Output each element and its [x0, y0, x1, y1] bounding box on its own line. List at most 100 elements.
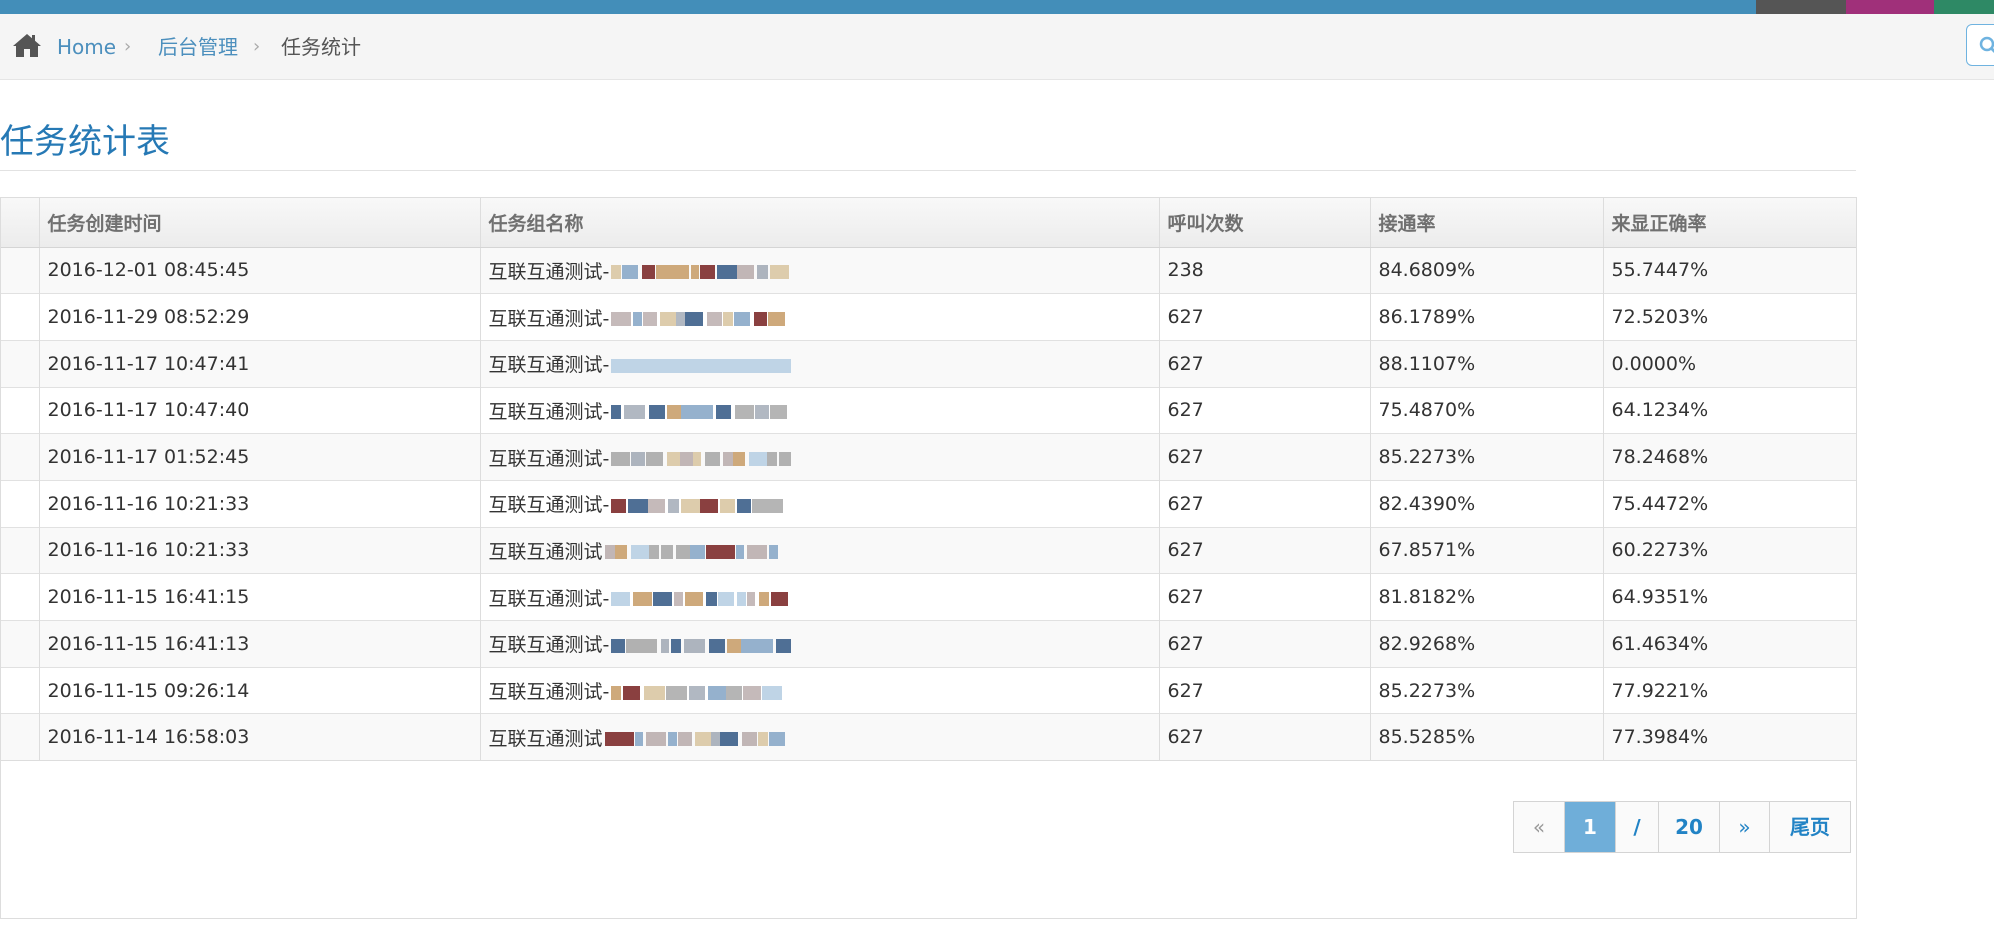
row-select-cell: [1, 433, 40, 481]
row-select-cell: [1, 339, 40, 388]
pagination-separator: /: [1616, 802, 1659, 852]
column-header-call-count[interactable]: 呼叫次数: [1159, 198, 1371, 248]
breadcrumb-current: 任务统计: [281, 35, 361, 59]
navbar-segment-green[interactable]: [1934, 0, 1994, 14]
breadcrumb-home-link[interactable]: Home: [57, 35, 116, 59]
cell-connect-rate: 67.8571%: [1370, 526, 1604, 574]
redacted-pixelation: [604, 729, 785, 749]
group-name-text: 互联互通测试-: [488, 681, 610, 704]
table-row[interactable]: 2016-11-17 01:52:45 互联互通测试- 627 85.2273% 78.…: [1, 433, 1856, 481]
pagination: « 1 / 20 » 尾页: [1513, 801, 1851, 853]
task-stats-panel: 任务创建时间 任务组名称 呼叫次数 接通率 来显正确率 2016-12-01 0…: [0, 197, 1857, 919]
navbar-segment-gray[interactable]: [1756, 0, 1846, 14]
row-select-cell: [1, 713, 40, 762]
cell-group-name: 互联互通测试-: [480, 479, 1160, 528]
cell-connect-rate: 81.8182%: [1370, 573, 1604, 621]
cell-caller-id-rate: 75.4472%: [1603, 479, 1856, 528]
cell-group-name: 互联互通测试-: [480, 666, 1160, 714]
cell-created-time: 2016-11-14 16:58:03: [39, 713, 481, 762]
pagination-current-page[interactable]: 1: [1565, 802, 1616, 852]
row-select-cell: [1, 293, 40, 341]
pagination-next-button[interactable]: »: [1720, 802, 1770, 852]
top-navbar: [0, 0, 1994, 14]
cell-created-time: 2016-11-15 09:26:14: [39, 666, 481, 714]
cell-caller-id-rate: 77.9221%: [1603, 666, 1856, 714]
cell-group-name: 互联互通测试-: [480, 246, 1160, 294]
cell-connect-rate: 85.2273%: [1370, 433, 1604, 481]
column-header-select: [1, 198, 40, 248]
table-row[interactable]: 2016-11-14 16:58:03 互联互通测试 627 85.5285% 77.3…: [1, 713, 1856, 762]
cell-connect-rate: 86.1789%: [1370, 293, 1604, 341]
redacted-pixelation: [611, 636, 792, 656]
cell-call-count: 627: [1159, 526, 1371, 574]
redacted-pixelation: [611, 589, 789, 609]
cell-call-count: 627: [1159, 620, 1371, 668]
column-header-group-name[interactable]: 任务组名称: [480, 198, 1160, 248]
redacted-pixelation: [604, 542, 783, 562]
row-select-cell: [1, 620, 40, 668]
row-select-cell: [1, 479, 40, 528]
cell-created-time: 2016-11-17 10:47:41: [39, 339, 481, 388]
group-name-text: 互联互通测试-: [488, 587, 610, 610]
column-header-caller-id-rate[interactable]: 来显正确率: [1603, 198, 1856, 248]
cell-caller-id-rate: 61.4634%: [1603, 620, 1856, 668]
navbar-segment-purple[interactable]: [1846, 0, 1934, 14]
row-select-cell: [1, 666, 40, 714]
pagination-total-pages[interactable]: 20: [1659, 802, 1720, 852]
breadcrumb: Home › 后台管理 › 任务统计: [0, 14, 1994, 80]
cell-created-time: 2016-11-16 10:21:33: [39, 526, 481, 574]
table-row[interactable]: 2016-11-15 16:41:13 互联互通测试- 627 82.9268% 61.…: [1, 620, 1856, 668]
cell-created-time: 2016-12-01 08:45:45: [39, 246, 481, 294]
cell-call-count: 627: [1159, 666, 1371, 714]
table-row[interactable]: 2016-11-29 08:52:29 互联互通测试- 627 86.1789% 72.…: [1, 293, 1856, 341]
redacted-pixelation: [611, 496, 789, 516]
table-row[interactable]: 2016-11-17 10:47:40 互联互通测试- 627 75.4870% 64.…: [1, 386, 1856, 434]
pagination-prev-button[interactable]: «: [1514, 802, 1565, 852]
breadcrumb-separator: ›: [253, 36, 261, 57]
cell-connect-rate: 82.4390%: [1370, 479, 1604, 528]
cell-created-time: 2016-11-17 10:47:40: [39, 386, 481, 434]
cell-connect-rate: 85.2273%: [1370, 666, 1604, 714]
search-icon: [1979, 36, 1994, 53]
home-icon[interactable]: [12, 32, 42, 58]
column-header-connect-rate[interactable]: 接通率: [1370, 198, 1604, 248]
table-row[interactable]: 2016-11-17 10:47:41 互联互通测试- 627 88.1107% 0.0…: [1, 339, 1856, 388]
cell-call-count: 627: [1159, 479, 1371, 528]
table-row[interactable]: 2016-11-16 10:21:33 互联互通测试- 627 82.4390% 75.…: [1, 479, 1856, 528]
redacted-pixelation: [611, 262, 790, 282]
pagination-last-button[interactable]: 尾页: [1770, 802, 1850, 852]
cell-caller-id-rate: 64.9351%: [1603, 573, 1856, 621]
task-stats-table: 任务创建时间 任务组名称 呼叫次数 接通率 来显正确率 2016-12-01 0…: [1, 198, 1856, 762]
table-row[interactable]: 2016-11-16 10:21:33 互联互通测试 627 67.8571% 60.2…: [1, 526, 1856, 574]
cell-connect-rate: 82.9268%: [1370, 620, 1604, 668]
page-title: 任务统计表: [0, 122, 170, 162]
cell-connect-rate: 75.4870%: [1370, 386, 1604, 434]
table-row[interactable]: 2016-11-15 09:26:14 互联互通测试- 627 85.2273% 77.…: [1, 666, 1856, 714]
cell-group-name: 互联互通测试: [480, 526, 1160, 574]
redacted-pixelation: [611, 309, 789, 329]
cell-call-count: 627: [1159, 293, 1371, 341]
cell-caller-id-rate: 77.3984%: [1603, 713, 1856, 762]
breadcrumb-admin-link[interactable]: 后台管理: [158, 35, 238, 59]
search-button[interactable]: [1966, 24, 1994, 66]
cell-group-name: 互联互通测试-: [480, 433, 1160, 481]
cell-created-time: 2016-11-15 16:41:15: [39, 573, 481, 621]
group-name-text: 互联互通测试-: [488, 307, 610, 330]
group-name-text: 互联互通测试-: [488, 260, 610, 283]
cell-group-name: 互联互通测试-: [480, 573, 1160, 621]
table-row[interactable]: 2016-12-01 08:45:45 互联互通测试- 238 84.6809% 55.…: [1, 246, 1856, 294]
cell-caller-id-rate: 64.1234%: [1603, 386, 1856, 434]
redacted-pixelation: [611, 402, 789, 422]
cell-group-name: 互联互通测试-: [480, 620, 1160, 668]
redacted-pixelation: [611, 449, 792, 469]
group-name-text: 互联互通测试-: [488, 400, 610, 423]
table-row[interactable]: 2016-11-15 16:41:15 互联互通测试- 627 81.8182% 64.…: [1, 573, 1856, 621]
cell-call-count: 627: [1159, 713, 1371, 762]
group-name-text: 互联互通测试-: [488, 634, 610, 657]
cell-connect-rate: 85.5285%: [1370, 713, 1604, 762]
cell-group-name: 互联互通测试-: [480, 293, 1160, 341]
cell-call-count: 627: [1159, 433, 1371, 481]
title-divider: [0, 170, 1856, 171]
column-header-created-time[interactable]: 任务创建时间: [39, 198, 481, 248]
cell-connect-rate: 84.6809%: [1370, 246, 1604, 294]
